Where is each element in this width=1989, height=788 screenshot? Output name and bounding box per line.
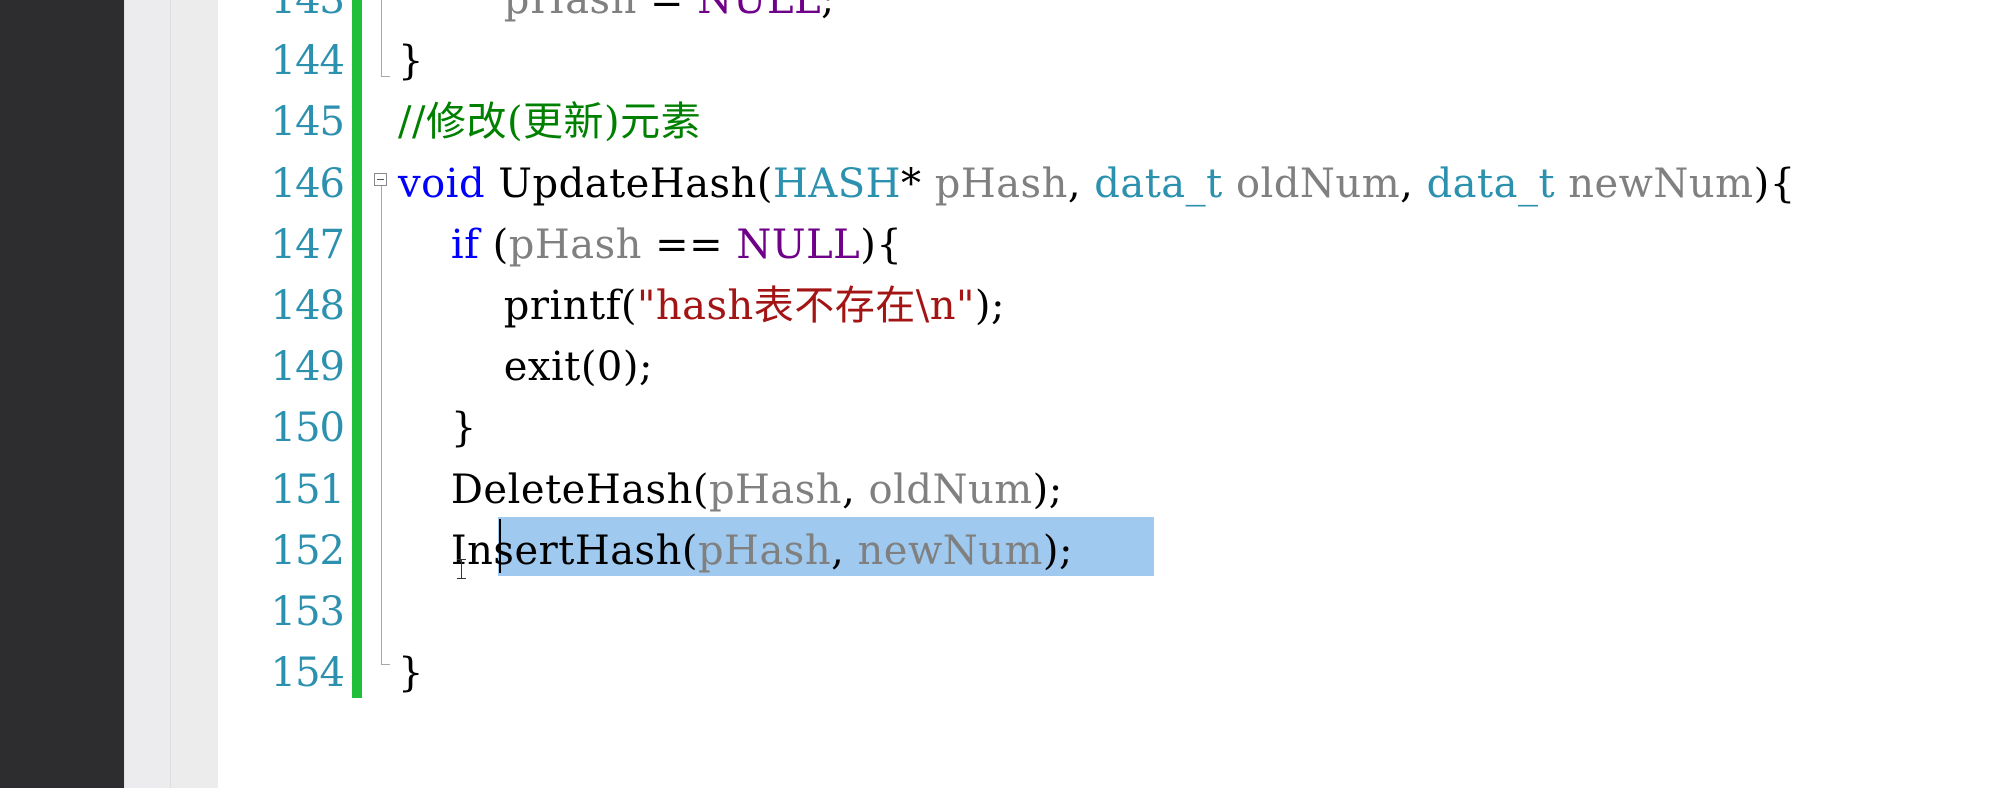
- line-number-148: 148: [270, 283, 345, 329]
- ibeam-cursor-icon: [456, 557, 468, 581]
- code-token: ,: [1400, 161, 1427, 207]
- code-token: pHash: [508, 222, 642, 268]
- code-token: (: [479, 222, 509, 268]
- fold-guide-end-current: [381, 664, 390, 665]
- code-line-143[interactable]: pHash = NULL;: [398, 0, 835, 31]
- line-number-144: 144: [270, 38, 345, 84]
- code-token: void: [398, 161, 486, 207]
- code-token: oldNum: [868, 467, 1033, 513]
- code-token: //修改(更新)元素: [398, 99, 702, 145]
- line-number-146: 146: [270, 161, 345, 207]
- code-token: oldNum: [1235, 161, 1401, 207]
- collapse-icon[interactable]: [374, 173, 387, 186]
- code-token: );: [1032, 467, 1063, 513]
- code-token: "hash表不存在\n": [636, 283, 975, 329]
- code-token: data_t: [1426, 161, 1556, 207]
- code-token: ){: [860, 222, 903, 268]
- code-token: UpdateHash(: [485, 161, 773, 207]
- dark-side-panel: [0, 0, 124, 788]
- code-token: }: [398, 405, 477, 451]
- code-token: pHash: [934, 161, 1068, 207]
- code-token: NULL: [697, 0, 822, 23]
- fold-guide-current: [381, 186, 382, 664]
- line-number-149: 149: [270, 344, 345, 390]
- line-number-143: 143: [270, 0, 345, 23]
- code-token: );: [974, 283, 1006, 329]
- glyph-margin[interactable]: [170, 0, 219, 788]
- line-number-154: 154: [270, 650, 345, 696]
- code-token: ){: [1753, 161, 1796, 207]
- code-token: ,: [842, 467, 869, 513]
- code-token: pHash: [697, 528, 832, 574]
- fold-guide-end-prev: [381, 76, 390, 77]
- code-token: ,: [831, 528, 858, 574]
- code-token: *: [901, 161, 935, 207]
- code-line-145[interactable]: //修改(更新)元素: [398, 92, 701, 153]
- text-caret: [499, 519, 501, 573]
- change-tracking-bar: [352, 0, 362, 698]
- code-token: }: [398, 38, 424, 84]
- code-line-144[interactable]: }: [398, 31, 424, 92]
- code-editor-window: pHash = NULL;} //修改(更新)元素 void UpdateHash(…: [0, 0, 1989, 788]
- code-token: ;: [821, 0, 836, 23]
- code-token: exit(0);: [398, 344, 653, 390]
- code-line-149[interactable]: exit(0);: [398, 337, 653, 398]
- code-token: newNum: [857, 528, 1043, 574]
- code-token: InsertHash(: [398, 528, 698, 574]
- code-line-147[interactable]: if (pHash == NULL){: [398, 215, 902, 276]
- code-token: ,: [1067, 161, 1095, 207]
- code-line-150[interactable]: }: [398, 398, 477, 459]
- code-token: newNum: [1568, 161, 1754, 207]
- line-number-153: 153: [270, 589, 345, 635]
- code-token: ==: [641, 222, 737, 268]
- side-panel-gutter: [124, 0, 171, 788]
- code-token: pHash: [708, 467, 843, 513]
- code-token: DeleteHash(: [398, 467, 709, 513]
- line-number-145: 145: [270, 99, 345, 145]
- line-number-151: 151: [270, 467, 345, 513]
- code-token: HASH: [772, 161, 901, 207]
- line-number-150: 150: [270, 405, 345, 451]
- code-token: if: [450, 222, 480, 268]
- line-number-152: 152: [270, 528, 345, 574]
- fold-guide-prev: [381, 0, 382, 76]
- code-line-154[interactable]: }: [398, 643, 424, 704]
- code-token: }: [398, 650, 424, 696]
- code-line-146[interactable]: void UpdateHash(HASH* pHash, data_t oldN…: [398, 154, 1796, 215]
- code-token: =: [636, 0, 698, 23]
- code-line-151[interactable]: DeleteHash(pHash, oldNum);: [398, 460, 1063, 521]
- code-token: data_t: [1094, 161, 1223, 207]
- code-token: printf(: [398, 283, 637, 329]
- code-token: );: [1042, 528, 1073, 574]
- code-line-148[interactable]: printf("hash表不存在\n");: [398, 276, 1005, 337]
- code-token: NULL: [736, 222, 861, 268]
- code-token: pHash: [503, 0, 637, 23]
- line-number-147: 147: [270, 222, 345, 268]
